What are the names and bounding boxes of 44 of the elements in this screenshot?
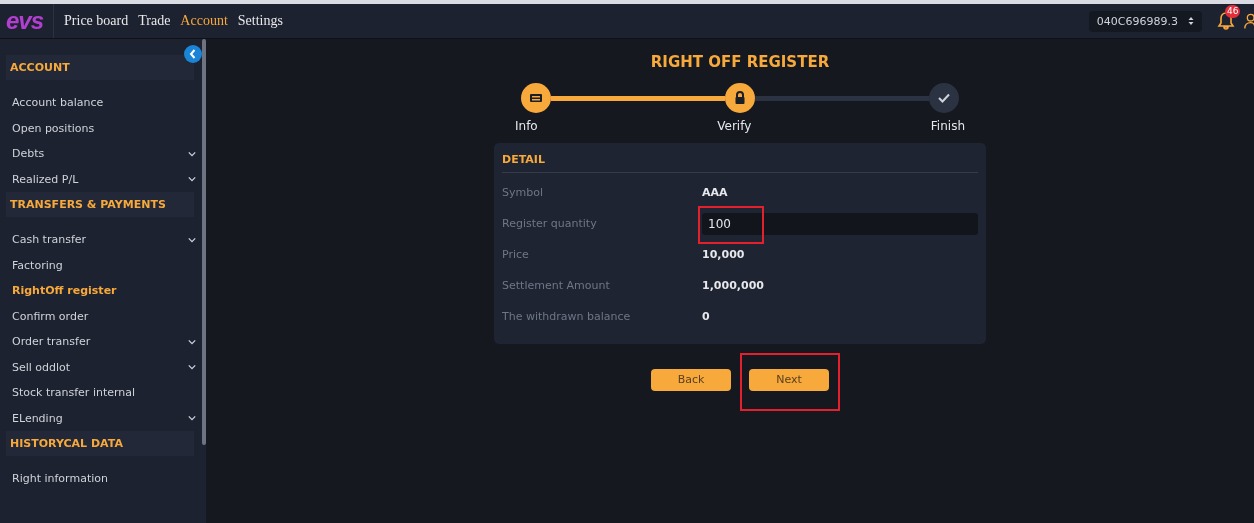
sidebar-item[interactable]: Cash transfer [6, 227, 200, 253]
collapse-icon[interactable] [184, 45, 202, 63]
nav-link[interactable]: Trade [138, 13, 171, 29]
sidebar-item[interactable]: Account balance [6, 90, 200, 116]
step-label: Finish [930, 119, 965, 133]
sidebar-item[interactable]: Order transfer [6, 329, 200, 355]
sidebar-item[interactable]: Sell oddlot [6, 354, 200, 380]
step-label: Info [515, 119, 538, 133]
sort-icon [1188, 16, 1194, 26]
step-button[interactable]: Next [749, 368, 829, 391]
sidebar-item[interactable]: Open positions [6, 115, 200, 141]
field-value: 1,000,000 [702, 279, 764, 292]
page-title: RIGHT OFF REGISTER [650, 53, 830, 71]
field-label: Settlement Amount [502, 279, 611, 292]
sidebar-item[interactable]: Confirm order [6, 303, 200, 329]
section-header: HISTORYCAL DATA [6, 431, 194, 456]
sidebar-item[interactable]: Realized P/L [6, 166, 200, 192]
scrollbar[interactable] [202, 39, 206, 445]
quantity-input[interactable]: 100 [702, 212, 978, 235]
sidebar-item[interactable]: Factoring [6, 252, 200, 278]
sidebar-item[interactable]: Stock transfer internal [6, 380, 200, 406]
nav-link[interactable]: Account [180, 13, 228, 29]
field-value: 0 [702, 310, 710, 323]
field-label: Price [502, 248, 530, 261]
section-header: ACCOUNT [6, 55, 194, 80]
sidebar-item[interactable]: Debts [6, 141, 200, 167]
field-label: Register quantity [502, 217, 598, 230]
user-icon[interactable] [1244, 11, 1254, 31]
nav-link[interactable]: Price board [64, 13, 129, 29]
step-button[interactable]: Back [651, 368, 731, 391]
field-label: Symbol [502, 186, 544, 199]
logo: evs [0, 4, 55, 38]
sidebar-item[interactable]: RightOff register [6, 278, 200, 304]
sidebar-item[interactable]: ELending [6, 405, 200, 431]
account-select[interactable]: 040C696989.3 [1088, 10, 1202, 32]
field-value: AAA [702, 186, 728, 199]
step-label: Verify [717, 119, 752, 133]
sidebar-item[interactable]: Right information [6, 466, 200, 492]
notification-badge: 46 [1225, 5, 1241, 18]
section-header: TRANSFERS & PAYMENTS [6, 192, 194, 217]
field-label: The withdrawn balance [502, 310, 632, 323]
field-value: 10,000 [702, 248, 745, 261]
card-title: DETAIL [502, 151, 978, 173]
nav-link[interactable]: Settings [237, 13, 283, 29]
